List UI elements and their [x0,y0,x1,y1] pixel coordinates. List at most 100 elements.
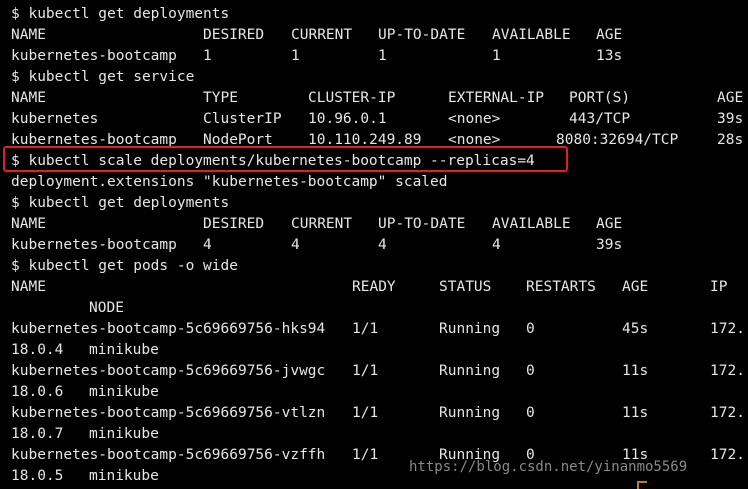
pod-ready: 1/1 [352,447,379,463]
table-cell: 1 [492,48,501,64]
table-cell: ClusterIP [203,111,282,127]
header-cell: AVAILABLE [492,27,571,43]
table-cell: 4 [203,237,212,253]
header-cell: DESIRED [203,216,265,232]
table-row: kubernetes-bootcamp-5c69669756-vtlzn 1/1… [0,403,748,424]
table-header: NAME DESIRED CURRENT UP-TO-DATE AVAILABL… [0,214,748,235]
table-cell: 1 [203,48,212,64]
command-line: $ kubectl get deployments [0,4,748,25]
table-row-wrap: 18.0.4 minikube [0,340,748,361]
command-line: $ kubectl get service [0,67,748,88]
table-header: NAME DESIRED CURRENT UP-TO-DATE AVAILABL… [0,25,748,46]
command-line: $ kubectl get pods -o wide [0,256,748,277]
pod-node: minikube [89,426,159,442]
header-cell: EXTERNAL-IP [448,90,545,106]
pod-ip-cont: 18.0.5 [11,468,64,484]
header-cell: AGE [596,27,623,43]
table-cell: 1 [378,48,387,64]
table-cell: 1 [291,48,300,64]
table-row-wrap: 18.0.6 minikube [0,382,748,403]
pod-restarts: 0 [526,321,535,337]
terminal-window[interactable]: $ kubectl get deployments NAME DESIRED C… [0,0,748,489]
pod-node: minikube [89,342,159,358]
table-cell: 10.96.0.1 [308,111,387,127]
pod-ip: 172. [710,321,745,337]
highlight-box [3,146,568,172]
table-cell: 28s [717,132,744,148]
pod-ip-cont: 18.0.4 [11,342,64,358]
pod-ready: 1/1 [352,321,379,337]
table-row: kubernetes ClusterIP 10.96.0.1 <none> 44… [0,109,748,130]
pod-name: kubernetes-bootcamp-5c69669756-jvwgc [11,363,326,379]
pod-age: 45s [622,321,649,337]
pod-ready: 1/1 [352,405,379,421]
command-text: $ kubectl get deployments [11,195,230,211]
pod-age: 11s [622,405,649,421]
header-cell: UP-TO-DATE [378,27,466,43]
pod-restarts: 0 [526,363,535,379]
command-output: deployment.extensions "kubernetes-bootca… [0,172,748,193]
table-header: NAME READY STATUS RESTARTS AGE IP [0,277,748,298]
header-cell: DESIRED [203,27,265,43]
header-cell: NAME [11,90,46,106]
pod-ip-cont: 18.0.6 [11,384,64,400]
command-line: $ kubectl get deployments [0,193,748,214]
header-cell: RESTARTS [526,279,596,295]
pod-name: kubernetes-bootcamp-5c69669756-vzffh [11,447,326,463]
table-cell: 13s [596,48,623,64]
table-cell: 8080:32694/TCP [556,132,679,148]
header-cell: NODE [89,300,124,316]
header-cell: PORT(S) [569,90,631,106]
table-header: NAME TYPE CLUSTER-IP EXTERNAL-IP PORT(S)… [0,88,748,109]
header-cell: NAME [11,279,46,295]
pod-ip: 172. [710,363,745,379]
header-cell: CURRENT [291,216,353,232]
pod-name: kubernetes-bootcamp-5c69669756-vtlzn [11,405,326,421]
table-cell: 443/TCP [569,111,631,127]
header-cell: CURRENT [291,27,353,43]
pod-status: Running [439,363,501,379]
table-cell: 39s [717,111,744,127]
header-cell: NAME [11,27,46,43]
header-cell: AGE [717,90,744,106]
header-cell: READY [352,279,396,295]
pod-ip: 172. [710,405,745,421]
table-row: kubernetes-bootcamp-5c69669756-jvwgc 1/1… [0,361,748,382]
table-cell: kubernetes [11,111,99,127]
table-cell: kubernetes-bootcamp [11,48,177,64]
command-text: $ kubectl get deployments [11,6,230,22]
pod-status: Running [439,321,501,337]
table-cell: <none> [448,111,501,127]
table-row-wrap: 18.0.7 minikube [0,424,748,445]
table-header-wrap: NODE [0,298,748,319]
header-cell: AVAILABLE [492,216,571,232]
pod-name: kubernetes-bootcamp-5c69669756-hks94 [11,321,326,337]
pod-ip-cont: 18.0.7 [11,426,64,442]
pod-node: minikube [89,468,159,484]
table-cell: 4 [492,237,501,253]
pod-node: minikube [89,384,159,400]
table-row: kubernetes-bootcamp-5c69669756-hks94 1/1… [0,319,748,340]
header-cell: IP [710,279,728,295]
command-text: $ kubectl get service [11,69,195,85]
command-text: $ kubectl get pods -o wide [11,258,238,274]
table-cell: kubernetes-bootcamp [11,237,177,253]
table-cell: 4 [291,237,300,253]
pod-ready: 1/1 [352,363,379,379]
table-cell: 4 [378,237,387,253]
cursor-mark [637,481,647,489]
pod-restarts: 0 [526,405,535,421]
table-row: kubernetes-bootcamp 4 4 4 4 39s [0,235,748,256]
pod-ip: 172. [710,447,745,463]
header-cell: CLUSTER-IP [308,90,396,106]
table-cell: 39s [596,237,623,253]
header-cell: AGE [622,279,649,295]
header-cell: STATUS [439,279,492,295]
header-cell: TYPE [203,90,238,106]
pod-status: Running [439,405,501,421]
header-cell: AGE [596,216,623,232]
output-text: deployment.extensions "kubernetes-bootca… [11,174,448,190]
watermark-text: https://blog.csdn.net/yinanmo5569 [409,459,688,475]
pod-age: 11s [622,363,649,379]
header-cell: UP-TO-DATE [378,216,466,232]
